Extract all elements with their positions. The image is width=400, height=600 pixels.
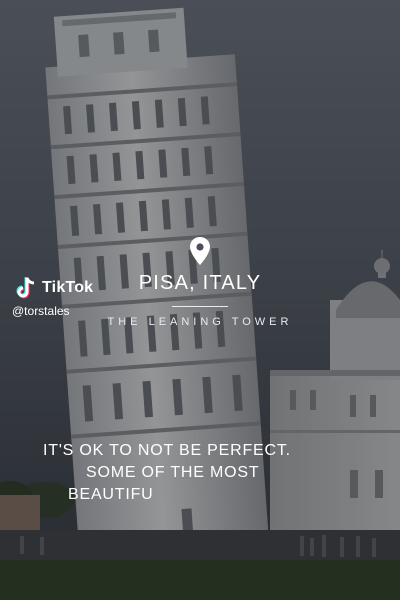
title-divider: [172, 306, 228, 307]
caption-line-2: SOME OF THE MOST: [86, 464, 260, 481]
location-title: PISA, ITALY: [138, 272, 262, 294]
video-frame[interactable]: TikTok @torstales PISA, ITALY THE LEANIN…: [0, 0, 400, 600]
caption-line-1: IT'S OK TO NOT BE PERFECT.: [43, 442, 291, 459]
location-subtitle: THE LEANING TOWER: [107, 316, 293, 328]
location-pin-icon: [190, 237, 210, 265]
caption-line-3: BEAUTIFU: [68, 486, 154, 503]
